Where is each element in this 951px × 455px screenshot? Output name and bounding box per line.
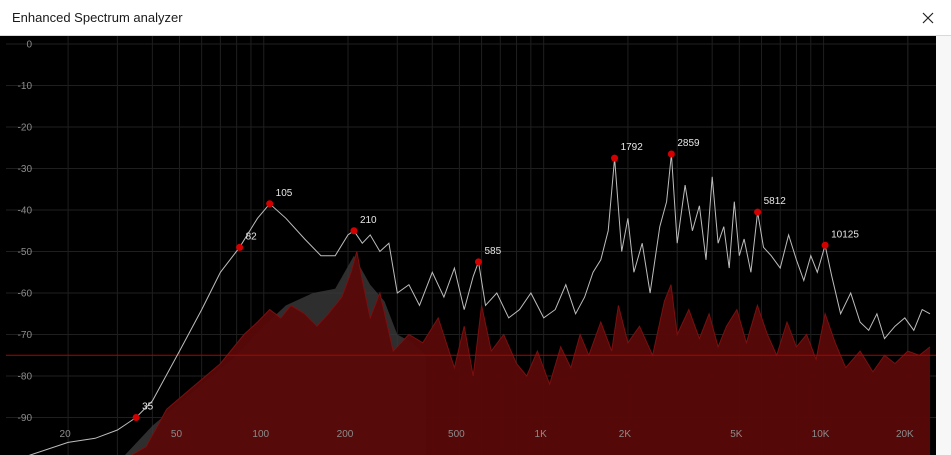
x-tick-label: 500 xyxy=(448,429,465,440)
y-tick-label: -40 xyxy=(18,206,33,217)
x-tick-label: 100 xyxy=(252,429,269,440)
peak-label: 82 xyxy=(246,231,258,242)
peak-marker xyxy=(132,414,140,421)
peak-marker xyxy=(236,243,244,251)
y-tick-label: -10 xyxy=(18,81,33,92)
x-tick-label: 50 xyxy=(171,429,183,440)
peak-label: 5812 xyxy=(764,196,787,207)
peak-marker xyxy=(667,150,675,158)
x-tick-label: 2K xyxy=(619,429,632,440)
peak-marker xyxy=(611,154,619,162)
spectrum-area xyxy=(6,251,930,455)
peak-marker xyxy=(821,241,829,249)
peak-label: 35 xyxy=(142,402,154,413)
y-tick-label: -50 xyxy=(18,247,33,258)
y-tick-label: -90 xyxy=(18,413,33,424)
peak-label: 1792 xyxy=(621,142,644,153)
window-title: Enhanced Spectrum analyzer xyxy=(12,10,183,25)
y-tick-label: 0 xyxy=(26,40,32,51)
peak-marker xyxy=(266,200,274,208)
peak-label: 585 xyxy=(484,246,501,257)
peak-marker xyxy=(350,227,358,235)
x-tick-label: 20K xyxy=(896,429,914,440)
x-tick-label: 1K xyxy=(535,429,548,440)
side-strip xyxy=(936,36,951,455)
y-tick-label: -80 xyxy=(18,372,33,383)
peak-marker xyxy=(474,258,482,266)
peak-marker xyxy=(754,208,762,216)
spectrum-plot[interactable]: 0 -10 -20 -30 -40 -50 -60 -70 -80 -90 20 50 100 200 50… xyxy=(6,36,936,455)
peak-label: 10125 xyxy=(831,229,859,240)
title-bar: Enhanced Spectrum analyzer xyxy=(0,0,951,36)
y-tick-label: -20 xyxy=(18,123,33,134)
x-tick-label: 200 xyxy=(337,429,354,440)
peak-label: 105 xyxy=(276,188,293,199)
peak-label: 210 xyxy=(360,215,377,226)
x-tick-label: 5K xyxy=(730,429,743,440)
x-tick-label: 20 xyxy=(60,429,72,440)
spectrum-chart: 0 -10 -20 -30 -40 -50 -60 -70 -80 -90 20 50 100 200 50… xyxy=(6,36,936,455)
close-button[interactable] xyxy=(905,0,951,35)
y-tick-label: -30 xyxy=(18,164,33,175)
y-tick-label: -60 xyxy=(18,289,33,300)
close-icon xyxy=(922,12,934,23)
x-tick-label: 10K xyxy=(812,429,830,440)
y-tick-label: -70 xyxy=(18,330,33,341)
peak-label: 2859 xyxy=(677,138,700,149)
spectrum-analyzer-window: Enhanced Spectrum analyzer 0 -10 -20 -30 -40… xyxy=(0,0,951,455)
